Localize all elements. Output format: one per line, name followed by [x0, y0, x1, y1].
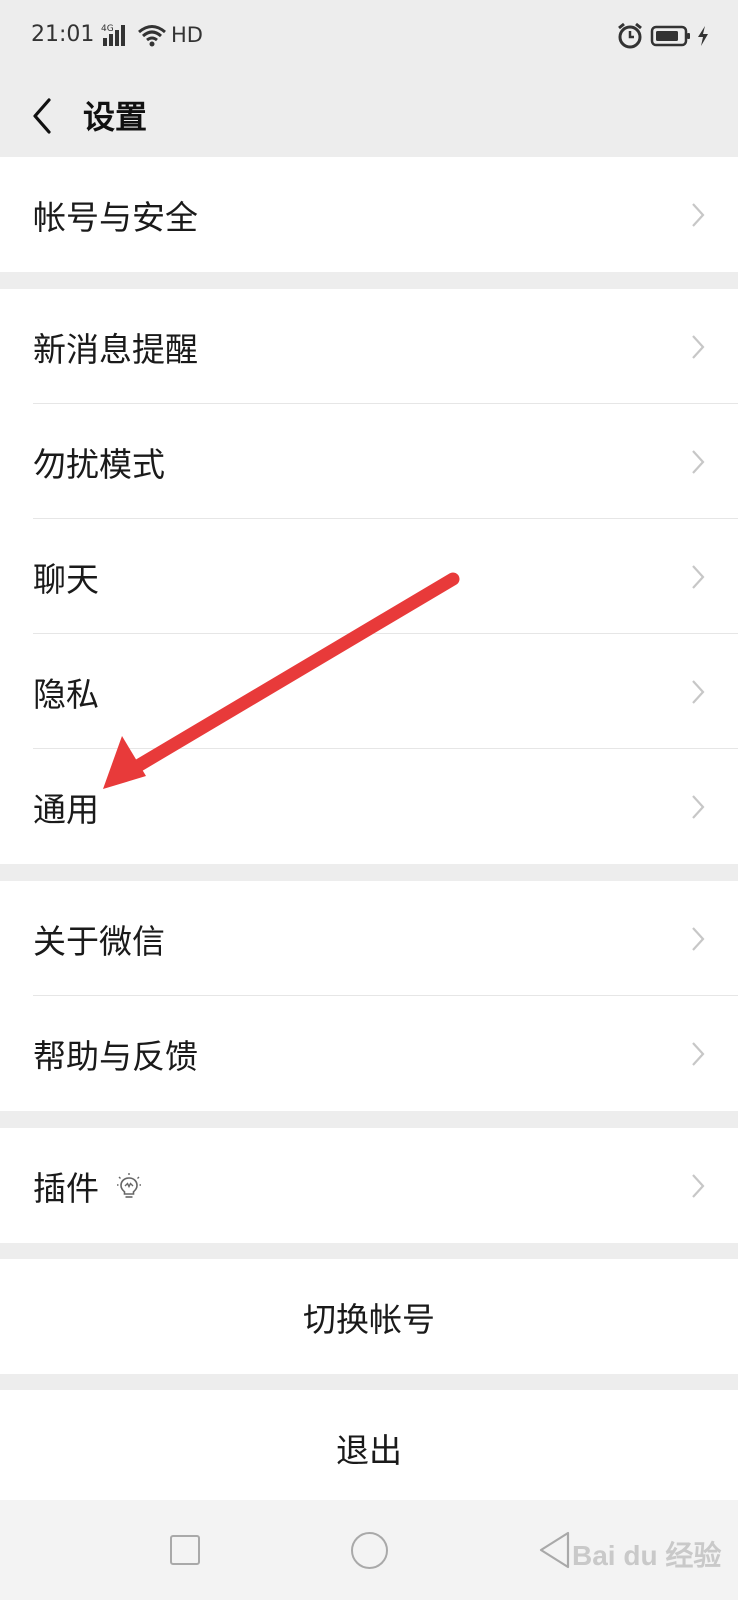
status-time: 21:01 [31, 22, 95, 47]
chevron-right-icon [692, 564, 705, 589]
list-item-help-feedback[interactable]: 帮助与反馈 [0, 996, 738, 1111]
list-item-label: 插件 [33, 1168, 99, 1208]
home-icon[interactable] [351, 1532, 388, 1569]
status-right-icons [616, 20, 710, 52]
list-item-label: 关于微信 [33, 921, 165, 961]
chevron-right-icon [692, 926, 705, 951]
switch-account-section: 切换帐号 [0, 1259, 738, 1374]
header: 设置 [0, 76, 738, 156]
signal-icon: 4G [101, 24, 125, 46]
alarm-icon [618, 22, 642, 49]
list-item-label: 勿扰模式 [33, 444, 165, 484]
back-triangle-icon[interactable] [537, 1530, 571, 1570]
logout-section: 退出 [0, 1390, 738, 1505]
battery-icon [650, 25, 690, 47]
status-left-icons: 4G HD [101, 20, 203, 50]
list-item-new-message-alerts[interactable]: 新消息提醒 [0, 289, 738, 404]
chevron-right-icon [692, 449, 705, 474]
chevron-right-icon [692, 1041, 705, 1066]
chevron-right-icon [692, 1173, 705, 1198]
settings-group-plugins: 插件 [0, 1128, 738, 1243]
list-item-plugins[interactable]: 插件 [0, 1128, 738, 1243]
network-type: 4G [101, 24, 114, 34]
settings-group-about: 关于微信 帮助与反馈 [0, 881, 738, 1111]
system-nav-bar: Bai du 经验 [0, 1500, 738, 1600]
settings-group-main: 新消息提醒 勿扰模式 聊天 隐私 通用 [0, 289, 738, 864]
recent-apps-icon[interactable] [170, 1535, 200, 1565]
chevron-right-icon [692, 334, 705, 359]
lightbulb-icon [117, 1172, 141, 1198]
list-item-about-wechat[interactable]: 关于微信 [0, 881, 738, 996]
chevron-right-icon [692, 202, 705, 227]
back-button[interactable] [22, 84, 62, 148]
list-item-general[interactable]: 通用 [0, 749, 738, 864]
list-item-label: 帮助与反馈 [33, 1036, 198, 1076]
settings-group-account: 帐号与安全 [0, 157, 738, 272]
chevron-right-icon [692, 679, 705, 704]
list-item-label: 隐私 [33, 674, 99, 714]
watermark: Bai du 经验 [572, 1540, 722, 1571]
switch-account-button[interactable]: 切换帐号 [0, 1259, 738, 1374]
list-item-account-security[interactable]: 帐号与安全 [0, 157, 738, 272]
chevron-right-icon [692, 794, 705, 819]
hd-badge: HD [171, 23, 203, 47]
logout-button[interactable]: 退出 [0, 1390, 738, 1505]
page-title: 设置 [83, 98, 148, 136]
list-item-label: 新消息提醒 [33, 329, 198, 369]
list-item-privacy[interactable]: 隐私 [0, 634, 738, 749]
chevron-left-icon [33, 98, 51, 134]
list-item-label: 通用 [33, 789, 99, 829]
list-item-label: 帐号与安全 [33, 197, 198, 237]
wifi-icon [138, 25, 166, 47]
charging-icon [698, 26, 708, 46]
list-item-do-not-disturb[interactable]: 勿扰模式 [0, 404, 738, 519]
list-item-label: 聊天 [33, 559, 99, 599]
list-item-chat[interactable]: 聊天 [0, 519, 738, 634]
status-bar: 21:01 4G HD [0, 0, 738, 76]
